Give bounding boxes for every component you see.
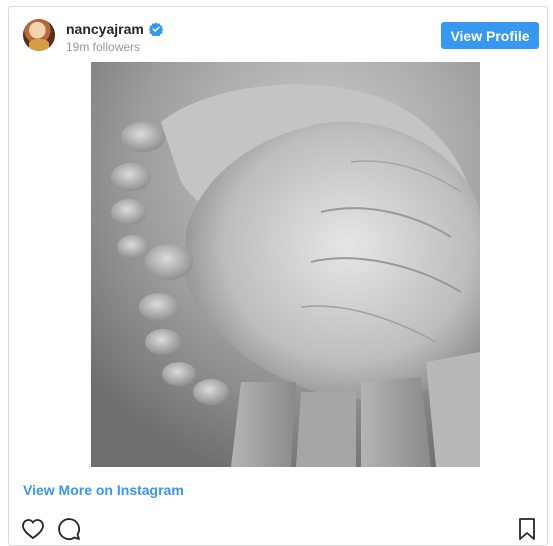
comment-icon[interactable]	[57, 517, 81, 541]
follower-count: 19m followers	[66, 40, 141, 54]
action-bar	[9, 517, 547, 540]
baby-feet-photo	[91, 62, 480, 467]
bookmark-icon[interactable]	[515, 517, 539, 541]
avatar[interactable]	[23, 19, 55, 51]
heart-icon[interactable]	[21, 517, 45, 541]
username-row: nancyajram	[66, 21, 163, 37]
view-more-link[interactable]: View More on Instagram	[23, 482, 184, 498]
username[interactable]: nancyajram	[66, 21, 144, 37]
post-image[interactable]	[91, 62, 480, 467]
view-profile-button[interactable]: View Profile	[441, 22, 539, 49]
post-header: nancyajram 19m followers View Profile	[9, 7, 547, 61]
verified-badge-icon	[148, 22, 163, 36]
instagram-embed: nancyajram 19m followers View Profile Vi…	[8, 6, 548, 546]
